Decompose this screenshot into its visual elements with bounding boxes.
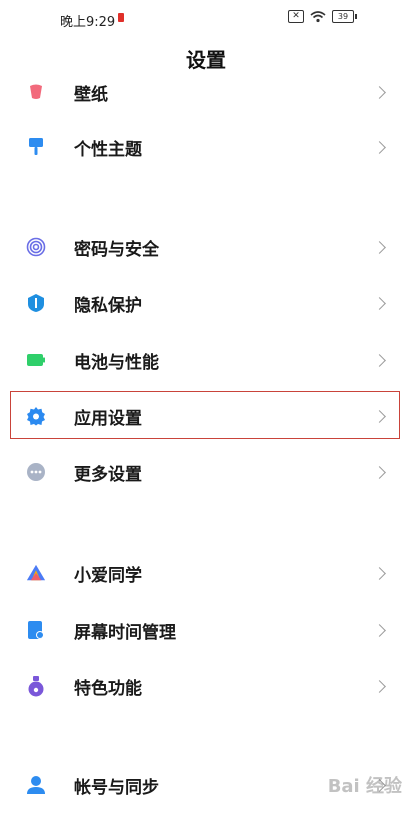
battery-icon xyxy=(26,350,46,370)
settings-item-label: 屏幕时间管理 xyxy=(74,622,176,643)
settings-item-label: 个性主题 xyxy=(74,139,142,160)
settings-item-label: 应用设置 xyxy=(74,408,142,429)
theme-brush-icon xyxy=(26,137,46,157)
chevron-right-icon xyxy=(373,679,386,693)
settings-item-wallpaper[interactable]: 壁纸 xyxy=(0,64,412,120)
chevron-right-icon xyxy=(373,353,386,367)
settings-item-xiaoai[interactable]: 小爱同学 xyxy=(0,545,412,601)
settings-item-battery-performance[interactable]: 电池与性能 xyxy=(0,332,412,388)
chevron-right-icon xyxy=(373,409,386,423)
screen-time-icon xyxy=(26,620,46,640)
more-dots-icon xyxy=(26,462,46,482)
settings-item-screen-time[interactable]: 屏幕时间管理 xyxy=(0,602,412,658)
notification-icon xyxy=(118,13,124,22)
status-bar: 晚上9:29 ✕ 39 xyxy=(0,0,412,36)
settings-item-label: 更多设置 xyxy=(74,464,142,485)
mute-icon: ✕ xyxy=(288,10,304,23)
chevron-right-icon xyxy=(373,296,386,310)
chevron-right-icon xyxy=(373,240,386,254)
settings-item-label: 壁纸 xyxy=(74,84,108,105)
status-icons: ✕ 39 xyxy=(288,10,357,23)
settings-item-theme[interactable]: 个性主题 xyxy=(0,119,412,175)
settings-item-privacy[interactable]: 隐私保护 xyxy=(0,275,412,331)
status-time: 晚上9:29 xyxy=(60,15,116,30)
battery-indicator: 39 xyxy=(332,10,357,23)
privacy-shield-icon xyxy=(26,293,46,313)
chevron-right-icon xyxy=(373,566,386,580)
settings-item-password-security[interactable]: 密码与安全 xyxy=(0,219,412,275)
fingerprint-icon xyxy=(26,237,46,257)
xiaoai-icon xyxy=(26,563,46,583)
settings-item-label: 电池与性能 xyxy=(74,352,159,373)
settings-item-label: 特色功能 xyxy=(74,678,142,699)
settings-item-label: 小爱同学 xyxy=(74,565,142,586)
watermark: Bai 经验 xyxy=(327,776,402,797)
chevron-right-icon xyxy=(373,465,386,479)
settings-item-label: 隐私保护 xyxy=(74,295,142,316)
chevron-right-icon xyxy=(373,140,386,154)
special-features-icon xyxy=(26,676,46,697)
settings-item-label: 帐号与同步 xyxy=(74,777,159,798)
settings-item-more-settings[interactable]: 更多设置 xyxy=(0,444,412,500)
account-icon xyxy=(26,775,46,795)
settings-item-special-features[interactable]: 特色功能 xyxy=(0,658,412,714)
settings-item-app-settings[interactable]: 应用设置 xyxy=(0,388,412,444)
settings-item-label: 密码与安全 xyxy=(74,239,159,260)
gear-icon xyxy=(26,406,46,426)
chevron-right-icon xyxy=(373,623,386,637)
wallpaper-icon xyxy=(26,82,46,102)
wifi-icon xyxy=(310,10,326,22)
chevron-right-icon xyxy=(373,85,386,99)
